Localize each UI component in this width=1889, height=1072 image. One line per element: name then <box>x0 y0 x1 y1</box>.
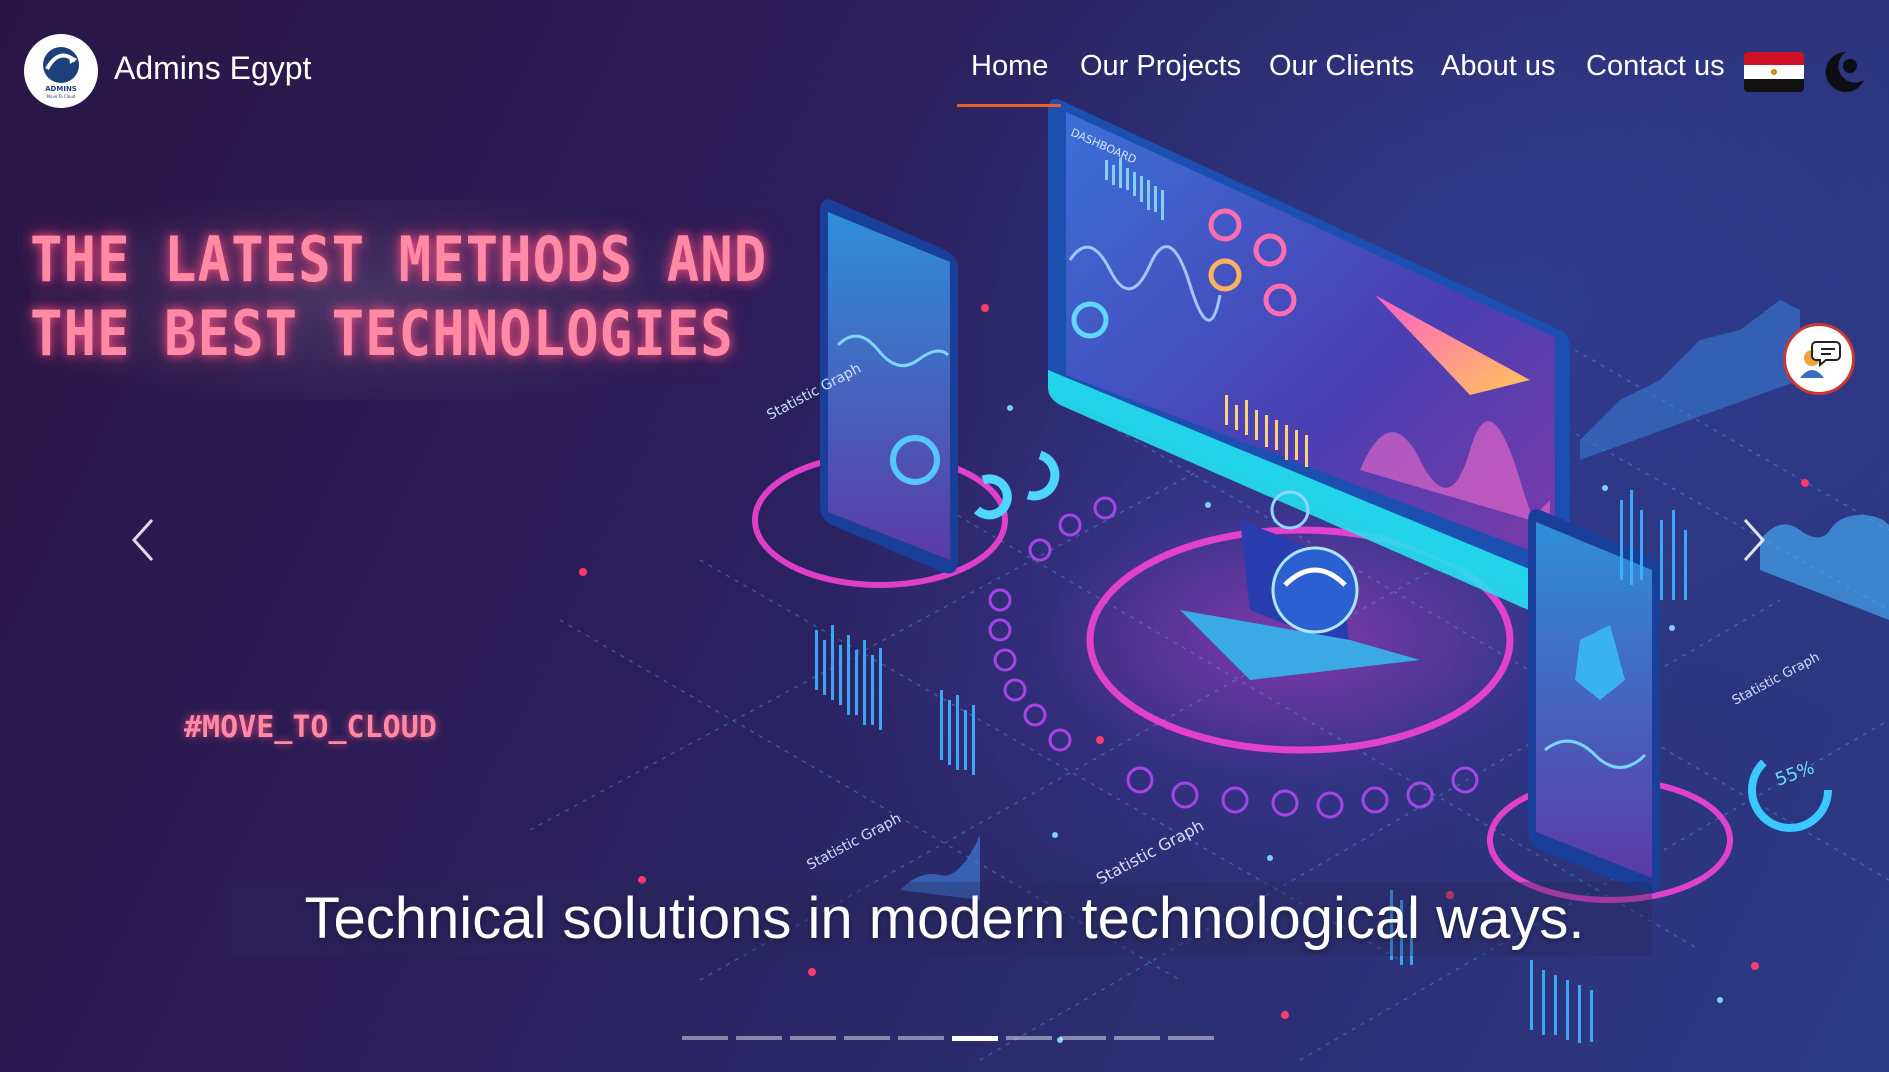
carousel-indicator[interactable] <box>844 1036 890 1040</box>
nav-active-indicator <box>957 104 1061 107</box>
svg-text:Statistic Graph: Statistic Graph <box>804 811 903 874</box>
carousel-indicator[interactable] <box>1060 1036 1106 1040</box>
nav-contact-us[interactable]: Contact us <box>1586 50 1725 83</box>
carousel-indicator-active[interactable] <box>952 1036 998 1041</box>
slide-caption: Technical solutions in modern technologi… <box>304 886 1585 951</box>
svg-text:ADMINS: ADMINS <box>45 85 77 93</box>
svg-text:Statistic Graph: Statistic Graph <box>1730 650 1822 709</box>
carousel-indicator[interactable] <box>1168 1036 1214 1040</box>
headline-line-2: THE BEST TECHNOLOGIES <box>30 297 734 370</box>
nav-home[interactable]: Home <box>971 50 1048 83</box>
svg-text:Statistic Graph: Statistic Graph <box>1093 816 1207 889</box>
chevron-left-icon[interactable] <box>126 516 160 564</box>
egypt-flag-icon[interactable] <box>1744 52 1804 92</box>
carousel-indicator[interactable] <box>1006 1036 1052 1040</box>
nav-our-projects[interactable]: Our Projects <box>1080 50 1241 83</box>
carousel-indicator[interactable] <box>898 1036 944 1040</box>
hero-slider: DASHBOARD Statistic Graph 55% Statistic … <box>0 0 1889 1072</box>
dark-mode-icon[interactable] <box>1820 48 1866 96</box>
chat-support-button[interactable] <box>1783 323 1855 395</box>
chat-support-icon <box>1800 341 1841 378</box>
svg-text:55%: 55% <box>1773 757 1818 790</box>
headline-line-1: THE LATEST METHODS AND <box>30 223 768 296</box>
cloud-arrow-icon: ADMINS Move To Cloud <box>43 47 79 99</box>
carousel-indicator[interactable] <box>682 1036 728 1040</box>
hashtag-text: #MOVE_TO_CLOUD <box>184 710 437 745</box>
chevron-right-icon[interactable] <box>1737 516 1771 564</box>
brand-name[interactable]: Admins Egypt <box>114 50 311 87</box>
svg-text:Move To Cloud: Move To Cloud <box>47 94 76 99</box>
carousel-indicator[interactable] <box>736 1036 782 1040</box>
nav-our-clients[interactable]: Our Clients <box>1269 50 1414 83</box>
brand-logo[interactable]: ADMINS Move To Cloud <box>24 34 98 108</box>
carousel-indicator[interactable] <box>790 1036 836 1040</box>
nav-about-us[interactable]: About us <box>1441 50 1555 83</box>
carousel-indicator[interactable] <box>1114 1036 1160 1040</box>
